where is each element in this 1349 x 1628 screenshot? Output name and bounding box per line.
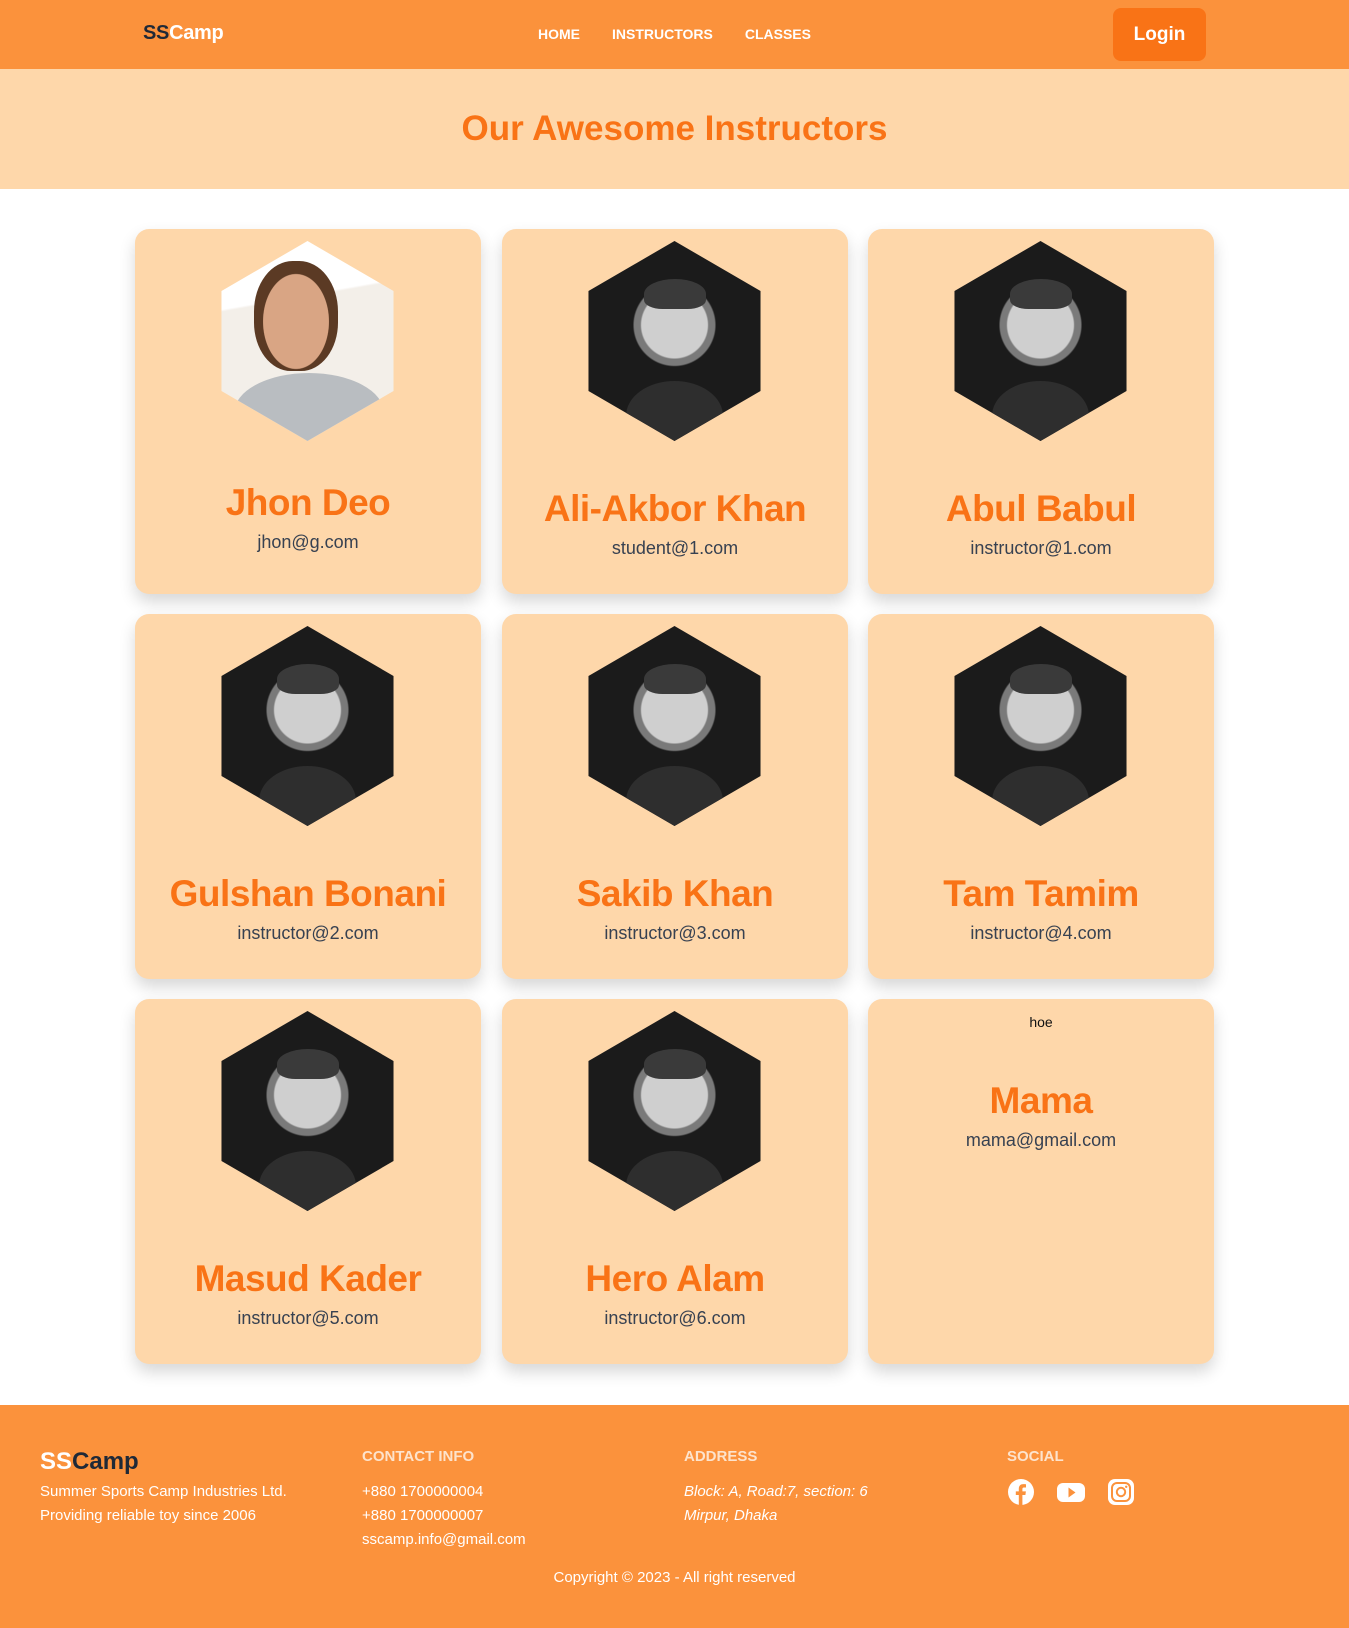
- instructor-email: jhon@g.com: [257, 532, 359, 552]
- contact-info: +880 1700000004 +880 1700000007 sscamp.i…: [362, 1480, 526, 1552]
- instructor-email: instructor@6.com: [604, 1308, 746, 1328]
- company-tagline: Providing reliable toy since 2006: [40, 1507, 256, 1524]
- instructor-email: instructor@4.com: [970, 923, 1112, 943]
- instructor-card: Gulshan Bonani instructor@2.com: [135, 614, 481, 979]
- instructor-card: Hero Alam instructor@6.com: [502, 999, 848, 1364]
- navbar: SSCamp HOME INSTRUCTORS CLASSES Login: [0, 0, 1349, 69]
- company-name: Summer Sports Camp Industries Ltd.: [40, 1483, 287, 1500]
- instructor-card: Tam Tamim instructor@4.com: [868, 614, 1214, 979]
- instructor-card: Masud Kader instructor@5.com: [135, 999, 481, 1364]
- login-button[interactable]: Login: [1113, 8, 1206, 61]
- instructor-name: Hero Alam: [585, 1258, 765, 1299]
- footer-logo-ss: SS: [40, 1448, 73, 1475]
- contact-heading: CONTACT INFO: [362, 1448, 475, 1465]
- instructor-photo: [954, 241, 1127, 441]
- instructor-photo: [221, 626, 394, 826]
- page-banner: Our Awesome Instructors: [0, 69, 1349, 189]
- phone-number: +880 1700000004: [362, 1483, 484, 1500]
- instructor-photo: [588, 1011, 761, 1211]
- address-heading: ADDRESS: [684, 1448, 758, 1465]
- instructor-card: hoe Mama mama@gmail.com: [868, 999, 1214, 1364]
- instructor-email: instructor@1.com: [970, 538, 1112, 558]
- instructor-card: Jhon Deo jhon@g.com: [135, 229, 481, 594]
- site-footer: SSCamp Summer Sports Camp Industries Ltd…: [0, 1405, 1349, 1628]
- instructor-name: Mama: [989, 1080, 1093, 1121]
- instructor-photo: [221, 1011, 394, 1211]
- instructor-email: instructor@3.com: [604, 923, 746, 943]
- youtube-icon[interactable]: [1057, 1478, 1085, 1506]
- instructor-name: Ali-Akbor Khan: [543, 488, 807, 529]
- address-line: Block: A, Road:7, section: 6: [684, 1483, 868, 1500]
- instructor-name: Gulshan Bonani: [169, 873, 447, 914]
- copyright-text: Copyright © 2023 - All right reserved: [553, 1569, 796, 1586]
- footer-logo[interactable]: SSCamp: [40, 1448, 139, 1476]
- nav-instructors-link[interactable]: INSTRUCTORS: [612, 26, 713, 42]
- instructor-name: Jhon Deo: [225, 482, 391, 523]
- instructor-name: Sakib Khan: [576, 873, 774, 914]
- social-links: [1007, 1478, 1135, 1506]
- instructor-photo: [588, 626, 761, 826]
- instructor-card: Sakib Khan instructor@3.com: [502, 614, 848, 979]
- phone-number: +880 1700000007: [362, 1507, 484, 1524]
- instructor-card: Abul Babul instructor@1.com: [868, 229, 1214, 594]
- nav-classes-link[interactable]: CLASSES: [745, 26, 811, 42]
- instagram-icon[interactable]: [1107, 1478, 1135, 1506]
- contact-email: sscamp.info@gmail.com: [362, 1531, 526, 1548]
- nav-home-link[interactable]: HOME: [538, 26, 580, 42]
- instructor-email: instructor@2.com: [237, 923, 379, 943]
- instructor-photo: [954, 626, 1127, 826]
- instructor-name: Abul Babul: [945, 488, 1137, 529]
- instructor-photo: [221, 241, 394, 441]
- instructor-card: Ali-Akbor Khan student@1.com: [502, 229, 848, 594]
- instructor-email: instructor@5.com: [237, 1308, 379, 1328]
- broken-image-alt-text: hoe: [1029, 1014, 1053, 1030]
- instructor-email: student@1.com: [611, 538, 739, 558]
- page-title: Our Awesome Instructors: [461, 109, 888, 148]
- facebook-icon[interactable]: [1007, 1478, 1035, 1506]
- footer-logo-camp: Camp: [72, 1448, 139, 1475]
- social-heading: SOCIAL: [1007, 1448, 1064, 1465]
- address-info: Block: A, Road:7, section: 6 Mirpur, Dha…: [684, 1480, 868, 1528]
- company-info: Summer Sports Camp Industries Ltd. Provi…: [40, 1480, 287, 1528]
- instructor-photo: [588, 241, 761, 441]
- instructor-name: Tam Tamim: [943, 873, 1139, 914]
- address-line: Mirpur, Dhaka: [684, 1507, 778, 1524]
- instructor-email: mama@gmail.com: [965, 1130, 1117, 1150]
- instructor-name: Masud Kader: [194, 1258, 422, 1299]
